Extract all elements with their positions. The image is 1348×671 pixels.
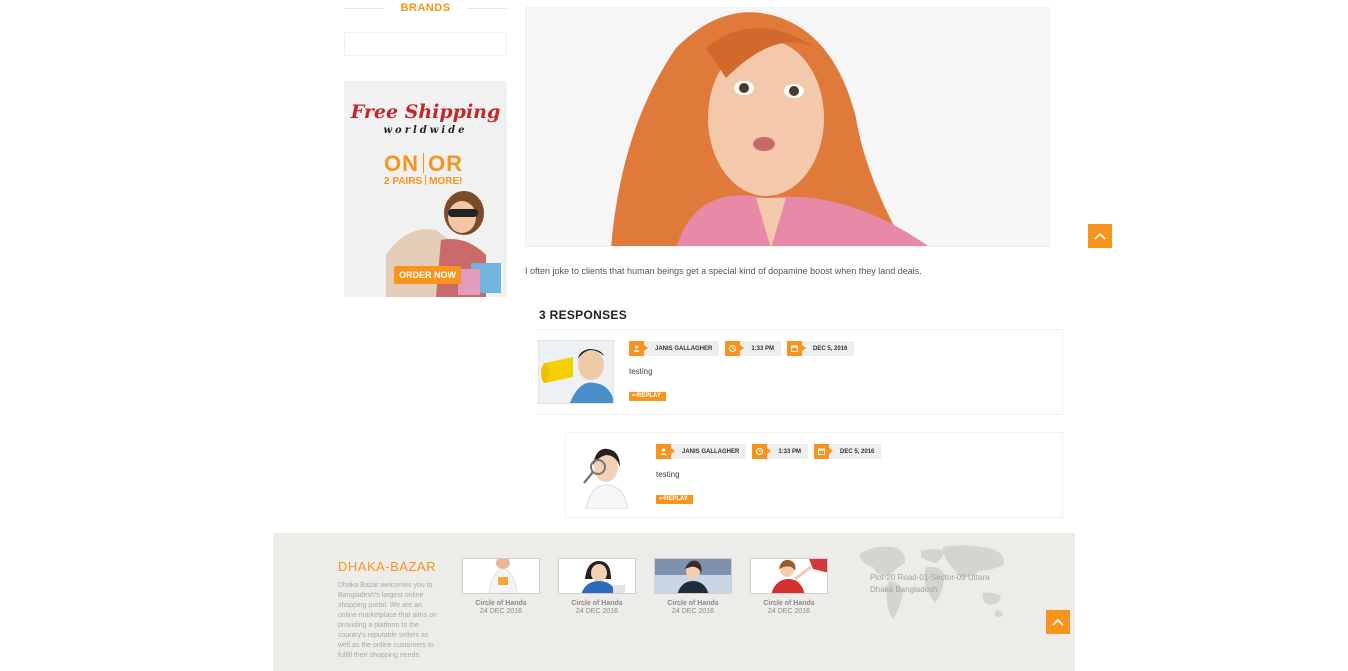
- gallery-item[interactable]: Circle of Hands 24 DEC 2016: [750, 558, 828, 615]
- gallery-item[interactable]: Circle of Hands 24 DEC 2016: [558, 558, 636, 615]
- gallery-item[interactable]: Circle of Hands 24 DEC 2016: [462, 558, 540, 615]
- gallery-title: Circle of Hands: [475, 600, 527, 607]
- promo-deal-on: ON: [384, 151, 419, 176]
- gallery-thumbnail[interactable]: [462, 558, 540, 594]
- date-chip: DEC 5, 2016: [814, 444, 882, 459]
- user-icon: [629, 341, 648, 356]
- divider: [467, 8, 507, 9]
- comment-author: JANIS GALLAGHER: [682, 448, 740, 455]
- reply-button[interactable]: ↩REPLAY: [656, 495, 693, 504]
- comment-text: testing: [656, 470, 680, 479]
- comment-author: JANIS GALLAGHER: [655, 345, 713, 352]
- comment-time: 1:33 PM: [778, 448, 802, 455]
- hero-photo: [526, 8, 1049, 246]
- order-now-button[interactable]: ORDER NOW: [394, 266, 461, 284]
- reply-label: REPLAY: [664, 496, 688, 502]
- promo-subtitle: worldwide: [383, 125, 468, 136]
- gallery-date: 24 DEC 2016: [575, 608, 619, 615]
- gallery-item[interactable]: Circle of Hands 24 DEC 2016: [654, 558, 732, 615]
- gallery-date: 24 DEC 2016: [671, 608, 715, 615]
- user-icon: [656, 444, 675, 459]
- comment-time: 1:33 PM: [751, 345, 775, 352]
- comment-text: testing: [629, 367, 653, 376]
- comment-date: DEC 5, 2016: [813, 345, 848, 352]
- gallery-title: Circle of Hands: [571, 600, 623, 607]
- comment-meta: JANIS GALLAGHER 1:33 PM DEC 5, 2016: [656, 444, 882, 459]
- free-shipping-banner[interactable]: Free Shipping worldwide ON OR 2 PAIRS MORE…: [344, 81, 507, 297]
- time-chip: 1:33 PM: [725, 341, 782, 356]
- gallery-thumbnail[interactable]: [654, 558, 732, 594]
- brands-header: BRANDS: [344, 0, 507, 16]
- gallery-title: Circle of Hands: [763, 600, 815, 607]
- clock-icon: [725, 341, 745, 356]
- site-footer: DHAKA-BAZAR Dhaka Bazar welcomes you to …: [273, 533, 1075, 671]
- promo-deal: ON OR 2 PAIRS MORE!: [384, 151, 474, 187]
- avatar: [538, 340, 614, 404]
- gallery-date: 24 DEC 2016: [479, 608, 523, 615]
- chevron-up-icon: [1094, 232, 1106, 240]
- author-chip[interactable]: JANIS GALLAGHER: [656, 444, 747, 459]
- calendar-icon: [814, 444, 834, 459]
- post-hero-image: [525, 7, 1050, 247]
- reply-label: REPLAY: [637, 393, 661, 399]
- avatar: [576, 443, 636, 509]
- footer-about: Dhaka Bazar welcomes you to Bangladesh's…: [338, 582, 437, 659]
- footer-logo-main: DHAKA: [338, 559, 386, 574]
- footer-scroll-to-top-button[interactable]: [1046, 610, 1070, 634]
- footer-address: Plot-20 Road-01-Sector-09 Uttara Dhaka B…: [870, 573, 990, 594]
- gallery-title: Circle of Hands: [667, 600, 719, 607]
- clock-icon: [752, 444, 772, 459]
- date-chip: DEC 5, 2016: [787, 341, 855, 356]
- comment-date: DEC 5, 2016: [840, 448, 875, 455]
- footer-logo[interactable]: DHAKA-BAZAR: [338, 559, 436, 574]
- gallery-thumbnail[interactable]: [558, 558, 636, 594]
- scroll-to-top-button[interactable]: [1088, 224, 1112, 248]
- footer-logo-rest: -BAZAR: [385, 559, 436, 574]
- calendar-icon: [787, 341, 807, 356]
- author-chip[interactable]: JANIS GALLAGHER: [629, 341, 720, 356]
- gallery-thumbnail[interactable]: [750, 558, 828, 594]
- post-body: I often joke to clients that human being…: [525, 266, 922, 276]
- promo-title: Free Shipping: [350, 101, 501, 123]
- gallery-date: 24 DEC 2016: [767, 608, 811, 615]
- time-chip: 1:33 PM: [752, 444, 809, 459]
- promo-deal-or: OR: [428, 151, 463, 176]
- brands-list: [344, 32, 507, 56]
- comment-reply: JANIS GALLAGHER 1:33 PM DEC 5, 2016 test…: [565, 432, 1063, 518]
- chevron-up-icon: [1052, 618, 1064, 626]
- reply-button[interactable]: ↩REPLAY: [629, 392, 666, 401]
- comment-meta: JANIS GALLAGHER 1:33 PM DEC 5, 2016: [629, 341, 855, 356]
- comment: JANIS GALLAGHER 1:33 PM DEC 5, 2016 test…: [538, 329, 1063, 415]
- responses-title: 3 RESPONSES: [539, 308, 627, 322]
